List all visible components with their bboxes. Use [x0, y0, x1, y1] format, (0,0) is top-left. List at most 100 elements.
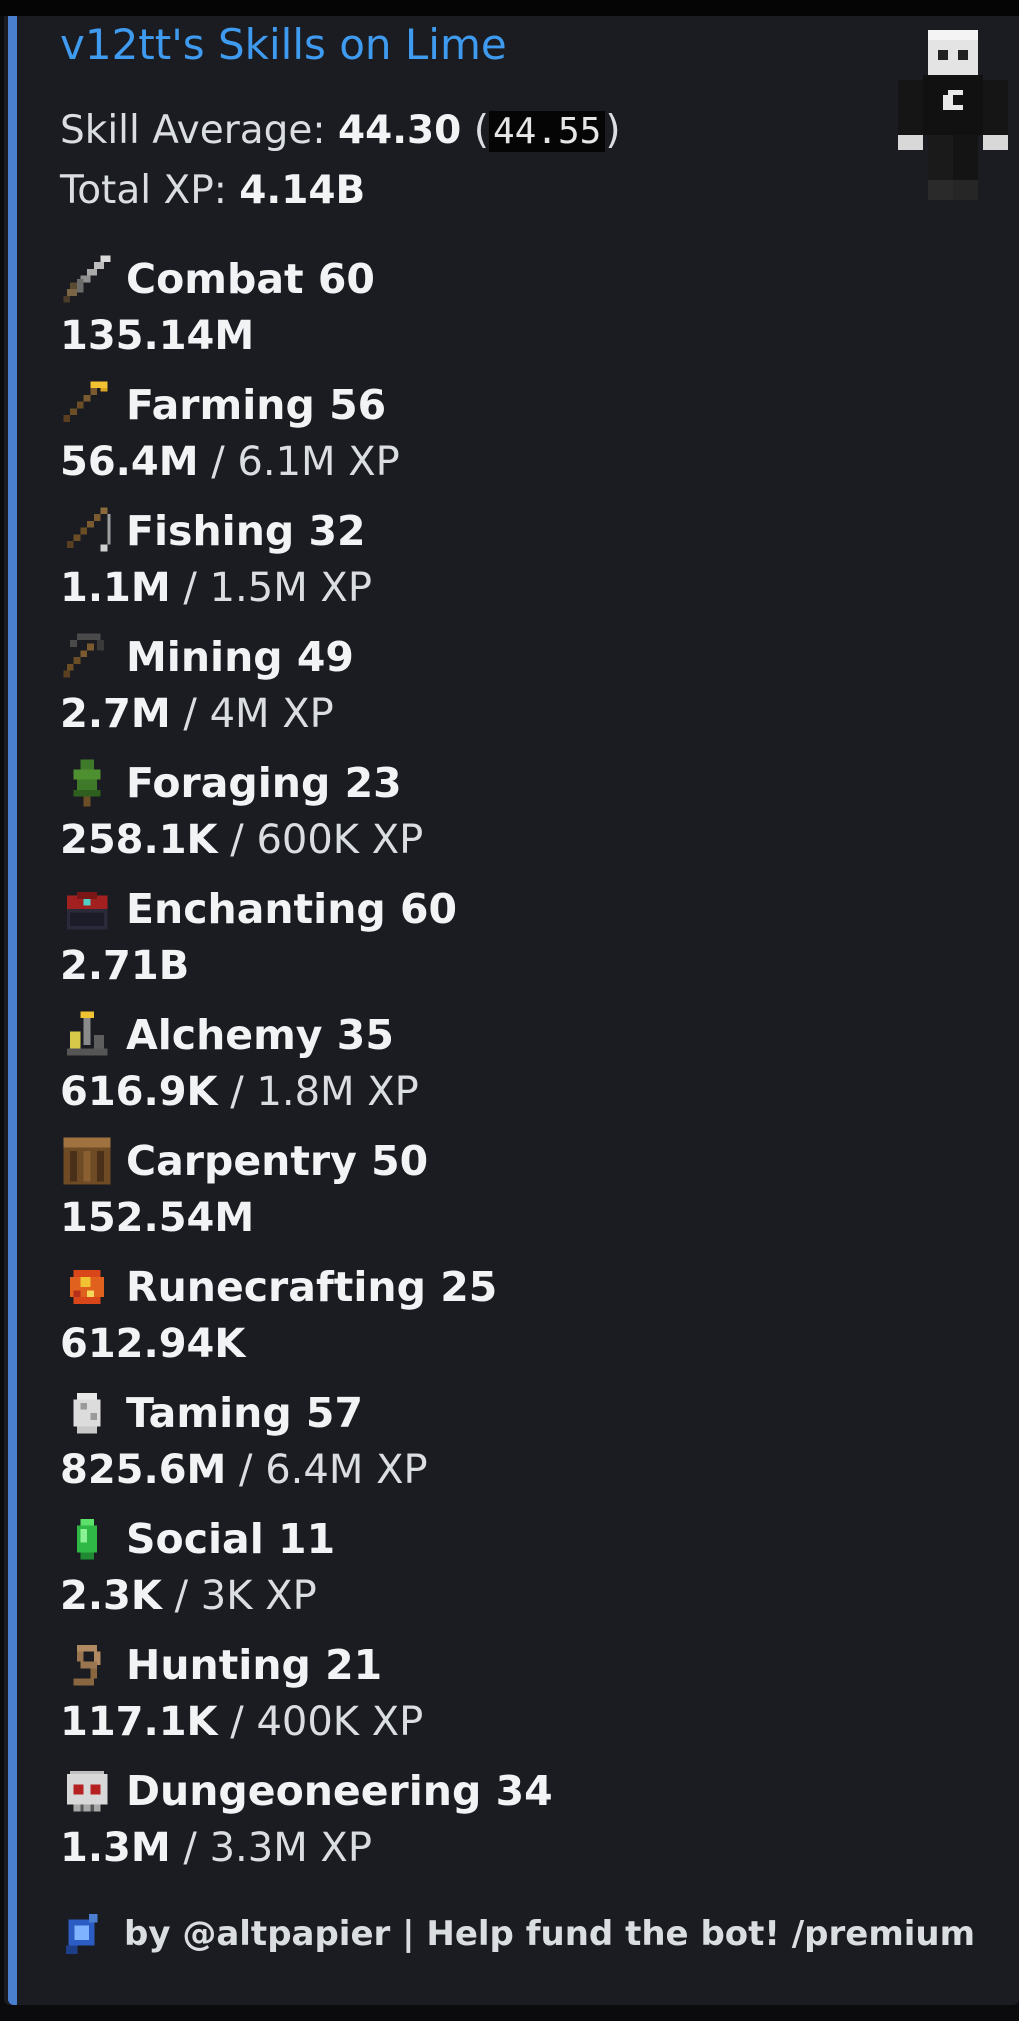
emerald-icon [60, 1512, 114, 1566]
skill-xp-next: / 400K XP [217, 1699, 424, 1745]
skill-name: Fishing 32 [126, 507, 366, 555]
skill-xp-current: 117.1K [60, 1699, 218, 1745]
skill-xp-current: 1.3M [60, 1825, 171, 1871]
skill-runecrafting: Runecrafting 25 612.94K [60, 1257, 920, 1383]
skill-xp: 2.71B [60, 943, 189, 989]
skill-list: Combat 60 135.14M Farming 56 56.4M / 6.1… [60, 249, 920, 1887]
skill-average-alt: 44.55 [488, 111, 606, 152]
skill-head: Mining 49 [60, 627, 354, 687]
magma-cream-icon [60, 1260, 114, 1314]
total-xp-label: Total XP: [60, 168, 240, 213]
skill-head: Social 11 [60, 1509, 335, 1569]
crafting-table-icon [60, 1134, 114, 1188]
skill-head: Foraging 23 [60, 753, 402, 813]
spawn-egg-icon [60, 1386, 114, 1440]
skill-xp-current: 616.9K [60, 1069, 218, 1115]
skill-mining: Mining 49 2.7M / 4M XP [60, 627, 920, 753]
skill-xp: 1.3M / 3.3M XP [60, 1825, 372, 1871]
skill-head: Combat 60 [60, 249, 375, 309]
skill-xp: 258.1K / 600K XP [60, 817, 423, 863]
skill-xp: 612.94K [60, 1321, 245, 1367]
skill-head: Farming 56 [60, 375, 386, 435]
skill-xp-current: 2.7M [60, 691, 171, 737]
skill-combat: Combat 60 135.14M [60, 249, 920, 375]
skill-name: Taming 57 [126, 1389, 363, 1437]
skill-head: Runecrafting 25 [60, 1257, 497, 1317]
skill-name: Runecrafting 25 [126, 1263, 498, 1311]
skill-head: Fishing 32 [60, 501, 366, 561]
total-xp-value: 4.14B [239, 168, 366, 213]
skill-xp-current: 2.3K [60, 1573, 162, 1619]
skill-xp-current: 1.1M [60, 565, 171, 611]
footer-text: by @altpapier | Help fund the bot! /prem… [124, 1914, 976, 1954]
skill-xp-next: / 3K XP [161, 1573, 317, 1619]
skill-xp-current: 135.14M [60, 313, 255, 359]
skill-alchemy: Alchemy 35 616.9K / 1.8M XP [60, 1005, 920, 1131]
skill-foraging: Foraging 23 258.1K / 600K XP [60, 753, 920, 879]
skill-name: Farming 56 [126, 381, 387, 429]
skill-xp-next: / 1.8M XP [217, 1069, 419, 1115]
skill-xp-next: / 1.5M XP [170, 565, 372, 611]
skill-xp-current: 152.54M [60, 1195, 255, 1241]
skill-hunting: Hunting 21 117.1K / 400K XP [60, 1635, 920, 1761]
skill-social: Social 11 2.3K / 3K XP [60, 1509, 920, 1635]
lead-icon [60, 1638, 114, 1692]
sapling-icon [60, 756, 114, 810]
skill-xp: 152.54M [60, 1195, 254, 1241]
skill-xp-next: / 600K XP [217, 817, 424, 863]
bot-logo-icon [60, 1911, 106, 1957]
skill-name: Social 11 [126, 1515, 336, 1563]
embed-accent-bar [8, 16, 17, 2005]
skill-average-label: Skill Average: [60, 108, 338, 153]
skill-carpentry: Carpentry 50 152.54M [60, 1131, 920, 1257]
skill-head: Alchemy 35 [60, 1005, 394, 1065]
avatar [888, 30, 1018, 235]
skill-xp-current: 56.4M [60, 439, 199, 485]
top-bar [0, 0, 1019, 16]
skill-name: Alchemy 35 [126, 1011, 394, 1059]
skill-average-open: ( [461, 108, 489, 153]
skill-xp-current: 825.6M [60, 1447, 227, 1493]
skill-xp: 616.9K / 1.8M XP [60, 1069, 419, 1115]
embed-footer: by @altpapier | Help fund the bot! /prem… [60, 1911, 975, 1957]
skill-xp-next: / 4M XP [170, 691, 334, 737]
skill-xp: 1.1M / 1.5M XP [60, 565, 372, 611]
skill-xp-next: / 3.3M XP [170, 1825, 372, 1871]
fishing-rod-icon [60, 504, 114, 558]
embed-title[interactable]: v12tt's Skills on Lime [60, 20, 507, 69]
skill-xp: 825.6M / 6.4M XP [60, 1447, 428, 1493]
skill-name: Dungeoneering 34 [126, 1767, 553, 1815]
skill-xp: 2.3K / 3K XP [60, 1573, 317, 1619]
hoe-icon [60, 378, 114, 432]
skill-xp: 2.7M / 4M XP [60, 691, 334, 737]
total-xp: Total XP: 4.14B [60, 168, 365, 213]
brewing-stand-icon [60, 1008, 114, 1062]
pickaxe-icon [60, 630, 114, 684]
skill-head: Enchanting 60 [60, 879, 457, 939]
skill-average-close: ) [605, 108, 621, 153]
skill-farming: Farming 56 56.4M / 6.1M XP [60, 375, 920, 501]
skill-xp: 56.4M / 6.1M XP [60, 439, 400, 485]
skill-enchanting: Enchanting 60 2.71B [60, 879, 920, 1005]
skill-head: Carpentry 50 [60, 1131, 428, 1191]
skill-dungeoneering: Dungeoneering 34 1.3M / 3.3M XP [60, 1761, 920, 1887]
skill-xp-current: 612.94K [60, 1321, 246, 1367]
skill-head: Dungeoneering 34 [60, 1761, 553, 1821]
skill-name: Combat 60 [126, 255, 375, 303]
skill-xp: 117.1K / 400K XP [60, 1699, 423, 1745]
skill-name: Hunting 21 [126, 1641, 383, 1689]
skill-head: Hunting 21 [60, 1635, 382, 1695]
skill-name: Enchanting 60 [126, 885, 458, 933]
skill-name: Carpentry 50 [126, 1137, 429, 1185]
skill-head: Taming 57 [60, 1383, 363, 1443]
sword-icon [60, 252, 114, 306]
skill-xp-next: / 6.4M XP [226, 1447, 428, 1493]
skill-xp-next: / 6.1M XP [198, 439, 400, 485]
skill-name: Foraging 23 [126, 759, 402, 807]
skill-xp: 135.14M [60, 313, 254, 359]
skill-xp-current: 2.71B [60, 943, 190, 989]
skill-name: Mining 49 [126, 633, 354, 681]
skill-xp-current: 258.1K [60, 817, 218, 863]
skull-icon [60, 1764, 114, 1818]
enchanting-table-icon [60, 882, 114, 936]
